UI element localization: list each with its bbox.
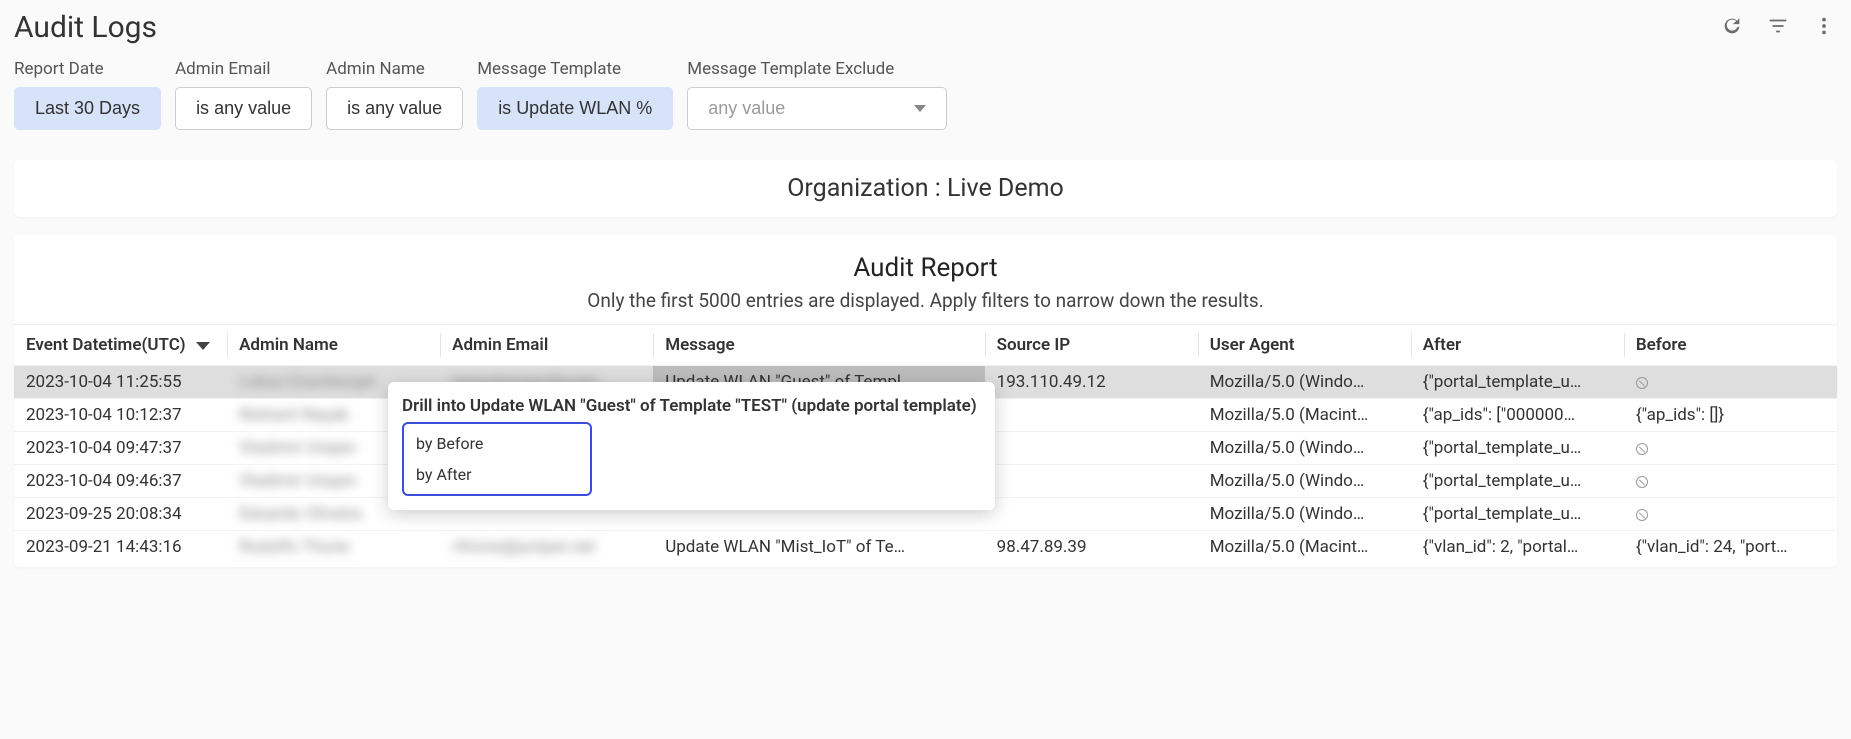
filter-admin-email[interactable]: is any value	[175, 87, 312, 130]
filter-label-msg-template-exclude: Message Template Exclude	[687, 59, 947, 79]
cell-source-ip: 193.110.49.12	[985, 366, 1198, 399]
cell-message: Update WLAN "Mist_IoT" of Te…	[653, 531, 984, 564]
filter-label-msg-template: Message Template	[477, 59, 673, 79]
filter-msg-template[interactable]: is Update WLAN %	[477, 87, 673, 130]
cell-after: {"portal_template_u…	[1411, 498, 1624, 531]
filter-msg-template-exclude-placeholder: any value	[708, 98, 785, 119]
cell-source-ip	[985, 465, 1198, 498]
filter-label-report-date: Report Date	[14, 59, 161, 79]
drill-option-after[interactable]: by After	[404, 459, 590, 490]
cell-user-agent: Mozilla/5.0 (Macint…	[1198, 531, 1411, 564]
report-subtitle: Only the first 5000 entries are displaye…	[14, 289, 1837, 324]
drill-popover: Drill into Update WLAN "Guest" of Templa…	[388, 382, 995, 510]
organization-banner: Organization : Live Demo	[14, 160, 1837, 217]
filter-icon[interactable]	[1767, 15, 1789, 41]
cell-user-agent: Mozilla/5.0 (Windo…	[1198, 498, 1411, 531]
filter-bar: Report Date Last 30 Days Admin Email is …	[0, 55, 1851, 142]
col-message[interactable]: Message	[653, 325, 984, 366]
cell-before: {"ap_ids": []}	[1624, 399, 1837, 432]
cell-datetime: 2023-09-21 14:43:16	[14, 531, 227, 564]
col-datetime[interactable]: Event Datetime(UTC)	[14, 325, 227, 366]
null-icon	[1636, 443, 1648, 455]
drill-options-box: by Before by After	[402, 422, 592, 496]
sort-desc-icon	[196, 342, 210, 350]
null-icon	[1636, 509, 1648, 521]
chevron-down-icon	[914, 105, 926, 112]
cell-user-agent: Mozilla/5.0 (Windo…	[1198, 432, 1411, 465]
cell-after: {"ap_ids": ["000000…	[1411, 399, 1624, 432]
cell-after: {"vlan_id": 2, "portal…	[1411, 531, 1624, 564]
col-admin-email[interactable]: Admin Email	[440, 325, 653, 366]
drill-popover-title: Drill into Update WLAN "Guest" of Templa…	[402, 396, 977, 416]
col-user-agent[interactable]: User Agent	[1198, 325, 1411, 366]
cell-before	[1624, 432, 1837, 465]
col-after[interactable]: After	[1411, 325, 1624, 366]
col-admin-name[interactable]: Admin Name	[227, 325, 440, 366]
null-icon	[1636, 476, 1648, 488]
drill-option-before[interactable]: by Before	[404, 428, 590, 459]
cell-after: {"portal_template_u…	[1411, 366, 1624, 399]
cell-source-ip: 98.47.89.39	[985, 531, 1198, 564]
cell-datetime: 2023-10-04 09:46:37	[14, 465, 227, 498]
col-before[interactable]: Before	[1624, 325, 1837, 366]
cell-user-agent: Mozilla/5.0 (Windo…	[1198, 366, 1411, 399]
cell-before	[1624, 465, 1837, 498]
cell-source-ip	[985, 432, 1198, 465]
cell-after: {"portal_template_u…	[1411, 432, 1624, 465]
cell-before: {"vlan_id": 24, "port…	[1624, 531, 1837, 564]
null-icon	[1636, 377, 1648, 389]
more-icon[interactable]	[1813, 15, 1835, 41]
header-actions	[1721, 15, 1835, 41]
cell-datetime: 2023-10-04 10:12:37	[14, 399, 227, 432]
page-title: Audit Logs	[14, 10, 157, 45]
filter-label-admin-email: Admin Email	[175, 59, 312, 79]
filter-report-date[interactable]: Last 30 Days	[14, 87, 161, 130]
col-source-ip[interactable]: Source IP	[985, 325, 1198, 366]
cell-user-agent: Mozilla/5.0 (Macint…	[1198, 399, 1411, 432]
cell-before	[1624, 366, 1837, 399]
refresh-icon[interactable]	[1721, 15, 1743, 41]
cell-user-agent: Mozilla/5.0 (Windo…	[1198, 465, 1411, 498]
cell-admin-email: rthone@juniper.net	[440, 531, 653, 564]
filter-label-admin-name: Admin Name	[326, 59, 463, 79]
cell-datetime: 2023-10-04 09:47:37	[14, 432, 227, 465]
filter-admin-name[interactable]: is any value	[326, 87, 463, 130]
filter-msg-template-exclude[interactable]: any value	[687, 87, 947, 130]
cell-datetime: 2023-10-04 11:25:55	[14, 366, 227, 399]
cell-before	[1624, 498, 1837, 531]
cell-source-ip	[985, 399, 1198, 432]
table-header-row: Event Datetime(UTC) Admin Name Admin Ema…	[14, 325, 1837, 366]
table-row[interactable]: 2023-09-21 14:43:16Rodolfo Thunerthone@j…	[14, 531, 1837, 564]
cell-source-ip	[985, 498, 1198, 531]
cell-datetime: 2023-09-25 20:08:34	[14, 498, 227, 531]
report-title: Audit Report	[14, 235, 1837, 289]
cell-after: {"portal_template_u…	[1411, 465, 1624, 498]
report-card: Audit Report Only the first 5000 entries…	[14, 235, 1837, 567]
cell-admin-name: Rodolfo Thune	[227, 531, 440, 564]
